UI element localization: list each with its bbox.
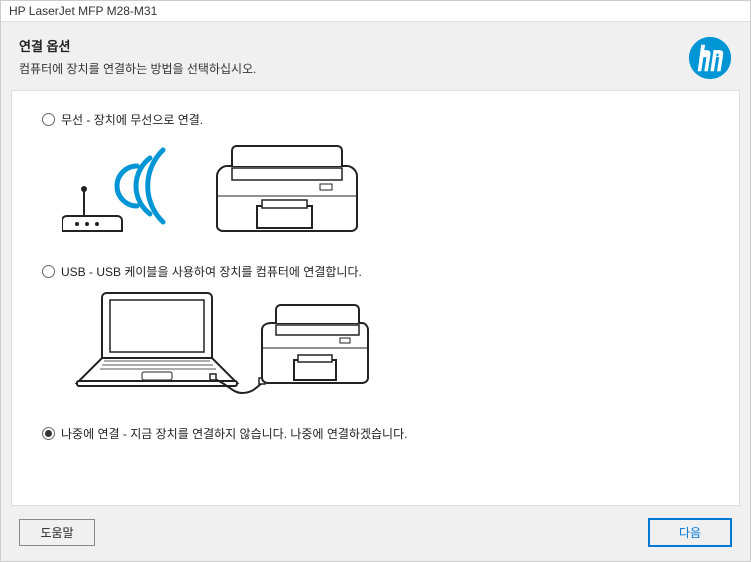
option-later-row[interactable]: 나중에 연결 - 지금 장치를 연결하지 않습니다. 나중에 연결하겠습니다. bbox=[42, 425, 709, 442]
page-header: 연결 옵션 컴퓨터에 장치를 연결하는 방법을 선택하십시오. bbox=[1, 22, 750, 90]
usb-illustration bbox=[62, 288, 709, 413]
option-wireless: 무선 - 장치에 무선으로 연결. bbox=[42, 111, 709, 251]
option-usb-label: USB - USB 케이블을 사용하여 장치를 컴퓨터에 연결합니다. bbox=[61, 263, 362, 280]
footer: 도움말 다음 bbox=[1, 506, 750, 561]
header-text: 연결 옵션 컴퓨터에 장치를 연결하는 방법을 선택하십시오. bbox=[19, 36, 256, 77]
option-later-label: 나중에 연결 - 지금 장치를 연결하지 않습니다. 나중에 연결하겠습니다. bbox=[61, 425, 407, 442]
help-button[interactable]: 도움말 bbox=[19, 519, 95, 546]
content-panel: 무선 - 장치에 무선으로 연결. bbox=[11, 90, 740, 506]
next-button[interactable]: 다음 bbox=[648, 518, 732, 547]
radio-wireless-icon[interactable] bbox=[42, 113, 55, 126]
option-wireless-label: 무선 - 장치에 무선으로 연결. bbox=[61, 111, 203, 128]
wireless-illustration bbox=[62, 136, 709, 251]
installer-window: HP LaserJet MFP M28-M31 연결 옵션 컴퓨터에 장치를 연… bbox=[0, 0, 751, 562]
option-usb-row[interactable]: USB - USB 케이블을 사용하여 장치를 컴퓨터에 연결합니다. bbox=[42, 263, 709, 280]
option-later: 나중에 연결 - 지금 장치를 연결하지 않습니다. 나중에 연결하겠습니다. bbox=[42, 425, 709, 442]
radio-usb-icon[interactable] bbox=[42, 265, 55, 278]
radio-later-icon[interactable] bbox=[42, 427, 55, 440]
window-title: HP LaserJet MFP M28-M31 bbox=[9, 4, 157, 18]
option-wireless-row[interactable]: 무선 - 장치에 무선으로 연결. bbox=[42, 111, 709, 128]
page-title: 연결 옵션 bbox=[19, 36, 256, 55]
option-usb: USB - USB 케이블을 사용하여 장치를 컴퓨터에 연결합니다. bbox=[42, 263, 709, 413]
window-titlebar: HP LaserJet MFP M28-M31 bbox=[1, 1, 750, 22]
page-subtitle: 컴퓨터에 장치를 연결하는 방법을 선택하십시오. bbox=[19, 60, 256, 77]
hp-logo-icon bbox=[688, 36, 732, 80]
